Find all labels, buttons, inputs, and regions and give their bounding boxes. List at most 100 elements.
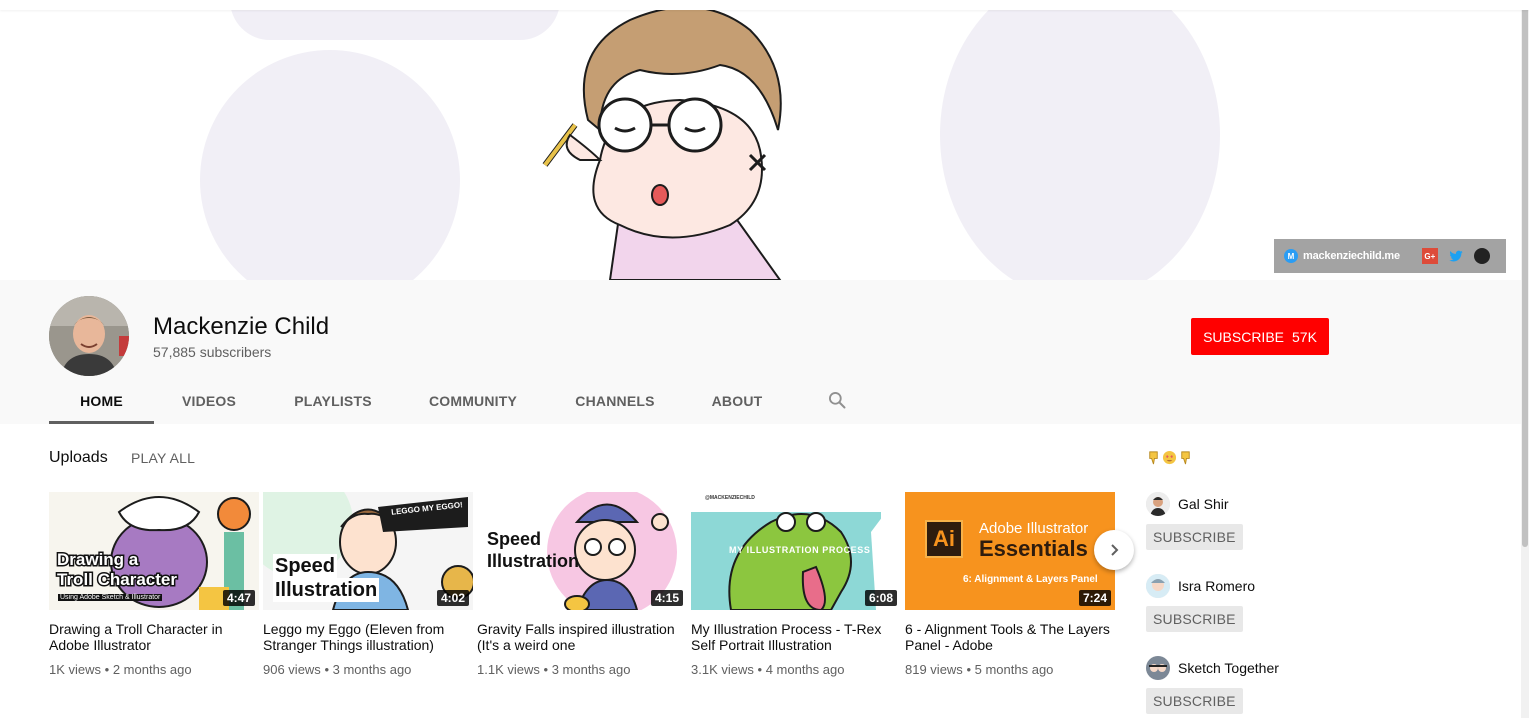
point-down-icon: [1149, 451, 1158, 465]
video-age: 4 months ago: [765, 662, 845, 677]
video-thumbnail[interactable]: Ai Adobe Illustrator Essentials 6: Align…: [905, 492, 1115, 610]
featured-channel: Sketch Together SUBSCRIBE: [1146, 656, 1386, 714]
thumb-text-line: Illustration: [273, 578, 380, 602]
point-down-icon: [1181, 451, 1190, 465]
video-duration: 7:24: [1078, 590, 1111, 606]
thumb-text-line: Speed: [487, 529, 542, 549]
subscribe-label: SUBSCRIBE: [1203, 328, 1284, 345]
video-meta: 1.1K views • 3 months ago: [477, 662, 687, 677]
video-views: 3.1K views: [691, 662, 754, 677]
video-card[interactable]: Ai Adobe Illustrator Essentials 6: Align…: [905, 492, 1115, 677]
youtube-channel-page: M mackenziechild.me G+ Mackenzie Child 5…: [0, 0, 1529, 718]
video-meta: 3.1K views • 4 months ago: [691, 662, 901, 677]
tab-videos[interactable]: VIDEOS: [154, 377, 264, 424]
video-thumbnail[interactable]: @MACKENZIECHILD MY ILLUSTRATION PROCESS …: [691, 492, 901, 610]
meta-separator: •: [104, 662, 110, 677]
video-views: 819 views: [905, 662, 963, 677]
thumb-small-handle: @MACKENZIECHILD: [705, 495, 755, 501]
video-card[interactable]: Speed Illustration 4:15 Gravity Falls in…: [477, 492, 687, 677]
video-title[interactable]: My Illustration Process - T-Rex Self Por…: [691, 621, 901, 653]
tab-about[interactable]: ABOUT: [686, 377, 788, 424]
featured-heading: [1146, 450, 1193, 465]
featured-channel-name[interactable]: Gal Shir: [1178, 496, 1229, 512]
github-icon[interactable]: [1473, 248, 1490, 264]
channel-avatar[interactable]: [1146, 656, 1170, 680]
banner-illustration: [542, 10, 782, 280]
meta-separator: •: [757, 662, 763, 677]
thumb-text-line: Drawing a: [56, 549, 140, 571]
video-thumbnail[interactable]: Drawing a Troll Character Using Adobe Sk…: [49, 492, 259, 610]
website-icon[interactable]: M: [1284, 249, 1298, 263]
subscribe-button[interactable]: SUBSCRIBE 57K: [1191, 318, 1329, 355]
channel-name: Mackenzie Child: [153, 313, 330, 340]
subscribe-count: 57K: [1292, 328, 1317, 345]
tab-channels[interactable]: CHANNELS: [544, 377, 686, 424]
thumb-text-line: Essentials: [979, 536, 1088, 561]
video-title[interactable]: 6 - Alignment Tools & The Layers Panel -…: [905, 621, 1115, 653]
video-views: 1K views: [49, 662, 102, 677]
thumb-text-line: Troll Character: [56, 569, 179, 591]
tab-playlists[interactable]: PLAYLISTS: [264, 377, 402, 424]
thumb-overlay-text: MY ILLUSTRATION PROCESS: [729, 545, 871, 555]
tab-community[interactable]: COMMUNITY: [402, 377, 544, 424]
video-title[interactable]: Gravity Falls inspired illustration (It'…: [477, 621, 687, 653]
video-age: 2 months ago: [112, 662, 192, 677]
uploads-heading[interactable]: Uploads: [49, 449, 108, 467]
video-card[interactable]: LEGGO MY EGGO! Speed Illustration 4:02 L…: [263, 492, 473, 677]
video-meta: 1K views • 2 months ago: [49, 662, 259, 677]
thumb-text-line: Speed: [273, 554, 338, 578]
subscribe-button[interactable]: SUBSCRIBE: [1146, 606, 1243, 632]
thumb-text-line: 6: Alignment & Layers Panel: [963, 574, 1098, 585]
video-card[interactable]: @MACKENZIECHILD MY ILLUSTRATION PROCESS …: [691, 492, 901, 677]
meta-separator: •: [966, 662, 971, 677]
channel-header: Mackenzie Child 57,885 subscribers SUBSC…: [0, 280, 1529, 424]
top-bar: [0, 0, 1529, 10]
banner-links: M mackenziechild.me G+: [1274, 239, 1506, 273]
video-thumbnail[interactable]: LEGGO MY EGGO! Speed Illustration 4:02: [263, 492, 473, 610]
featured-channel-name[interactable]: Isra Romero: [1178, 578, 1255, 594]
video-duration: 6:08: [864, 590, 897, 606]
star-struck-icon: [1162, 450, 1177, 465]
thumb-text-line: Adobe Illustrator: [979, 520, 1089, 537]
featured-channel: Isra Romero SUBSCRIBE: [1146, 574, 1386, 632]
channel-avatar[interactable]: [49, 296, 129, 376]
video-age: 5 months ago: [974, 662, 1054, 677]
video-title[interactable]: Drawing a Troll Character in Adobe Illus…: [49, 621, 259, 653]
thumb-text-line: Illustration: [487, 551, 580, 571]
scrollbar[interactable]: [1521, 0, 1529, 718]
tab-home[interactable]: HOME: [49, 377, 154, 424]
website-link[interactable]: mackenziechild.me: [1303, 250, 1400, 262]
video-meta: 819 views • 5 months ago: [905, 662, 1115, 677]
video-duration: 4:02: [436, 590, 469, 606]
thumb-subtext: Using Adobe Sketch & Illustrator: [58, 594, 163, 601]
channel-tabs: HOME VIDEOS PLAYLISTS COMMUNITY CHANNELS…: [49, 377, 788, 424]
video-card[interactable]: Drawing a Troll Character Using Adobe Sk…: [49, 492, 259, 677]
video-title[interactable]: Leggo my Eggo (Eleven from Stranger Thin…: [263, 621, 473, 653]
video-meta: 906 views • 3 months ago: [263, 662, 473, 677]
play-all-button[interactable]: PLAY ALL: [131, 450, 195, 466]
video-views: 906 views: [263, 662, 321, 677]
next-arrow-button[interactable]: [1094, 530, 1134, 570]
meta-separator: •: [543, 662, 549, 677]
subscribe-button[interactable]: SUBSCRIBE: [1146, 524, 1243, 550]
chevron-right-icon: [1111, 544, 1119, 556]
google-plus-icon[interactable]: G+: [1421, 248, 1438, 264]
channel-avatar[interactable]: [1146, 492, 1170, 516]
scrollbar-thumb[interactable]: [1522, 2, 1528, 547]
channel-banner: M mackenziechild.me G+: [0, 10, 1529, 280]
subscribe-button[interactable]: SUBSCRIBE: [1146, 688, 1243, 714]
search-icon[interactable]: [827, 390, 847, 410]
video-age: 3 months ago: [551, 662, 631, 677]
channel-avatar[interactable]: [1146, 574, 1170, 598]
illustrator-logo-icon: Ai: [925, 520, 963, 558]
video-views: 1.1K views: [477, 662, 540, 677]
twitter-icon[interactable]: [1448, 248, 1464, 264]
featured-channel-name[interactable]: Sketch Together: [1178, 660, 1279, 676]
meta-separator: •: [324, 662, 329, 677]
video-thumbnail[interactable]: Speed Illustration 4:15: [477, 492, 687, 610]
subscriber-count: 57,885 subscribers: [153, 344, 272, 360]
video-age: 3 months ago: [332, 662, 412, 677]
video-duration: 4:15: [650, 590, 683, 606]
featured-channel: Gal Shir SUBSCRIBE: [1146, 492, 1386, 550]
video-duration: 4:47: [222, 590, 255, 606]
